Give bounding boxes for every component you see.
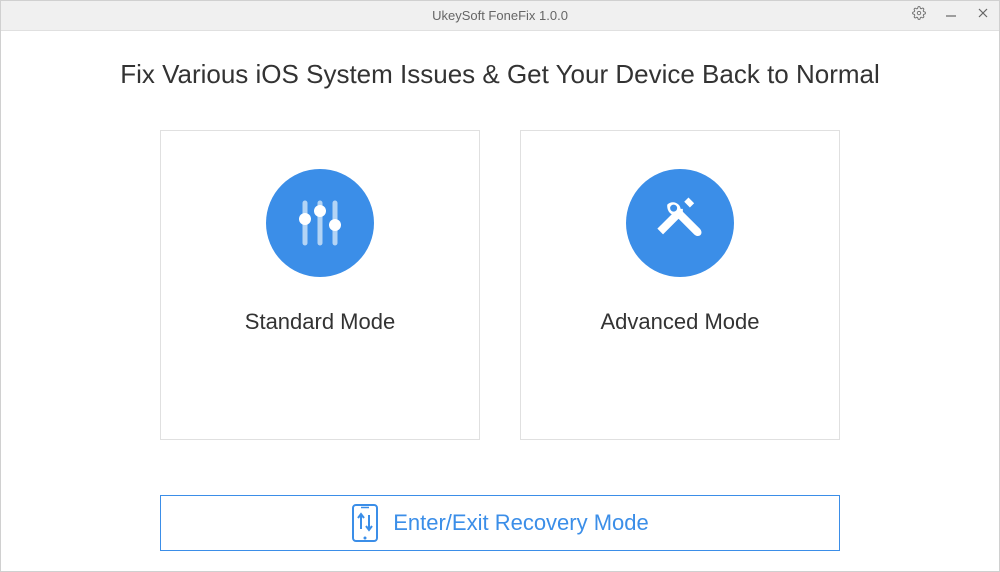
gear-icon bbox=[912, 6, 926, 25]
app-title: UkeySoft FoneFix 1.0.0 bbox=[432, 8, 568, 23]
minimize-button[interactable] bbox=[935, 1, 967, 31]
close-button[interactable] bbox=[967, 1, 999, 31]
tools-icon bbox=[626, 169, 734, 277]
close-icon bbox=[976, 6, 990, 25]
settings-button[interactable] bbox=[903, 1, 935, 31]
minimize-icon bbox=[944, 6, 958, 25]
recovery-mode-button[interactable]: Enter/Exit Recovery Mode bbox=[160, 495, 840, 551]
titlebar: UkeySoft FoneFix 1.0.0 bbox=[1, 1, 999, 31]
recovery-mode-label: Enter/Exit Recovery Mode bbox=[393, 510, 649, 536]
advanced-mode-card[interactable]: Advanced Mode bbox=[520, 130, 840, 440]
standard-mode-label: Standard Mode bbox=[245, 309, 395, 335]
standard-mode-card[interactable]: Standard Mode bbox=[160, 130, 480, 440]
mode-cards: Standard Mode Advanced Mode bbox=[81, 130, 919, 481]
titlebar-controls bbox=[903, 1, 999, 30]
page-title: Fix Various iOS System Issues & Get Your… bbox=[81, 59, 919, 90]
main-content: Fix Various iOS System Issues & Get Your… bbox=[1, 31, 999, 571]
advanced-mode-label: Advanced Mode bbox=[601, 309, 760, 335]
phone-arrows-icon bbox=[351, 503, 379, 543]
sliders-icon bbox=[266, 169, 374, 277]
